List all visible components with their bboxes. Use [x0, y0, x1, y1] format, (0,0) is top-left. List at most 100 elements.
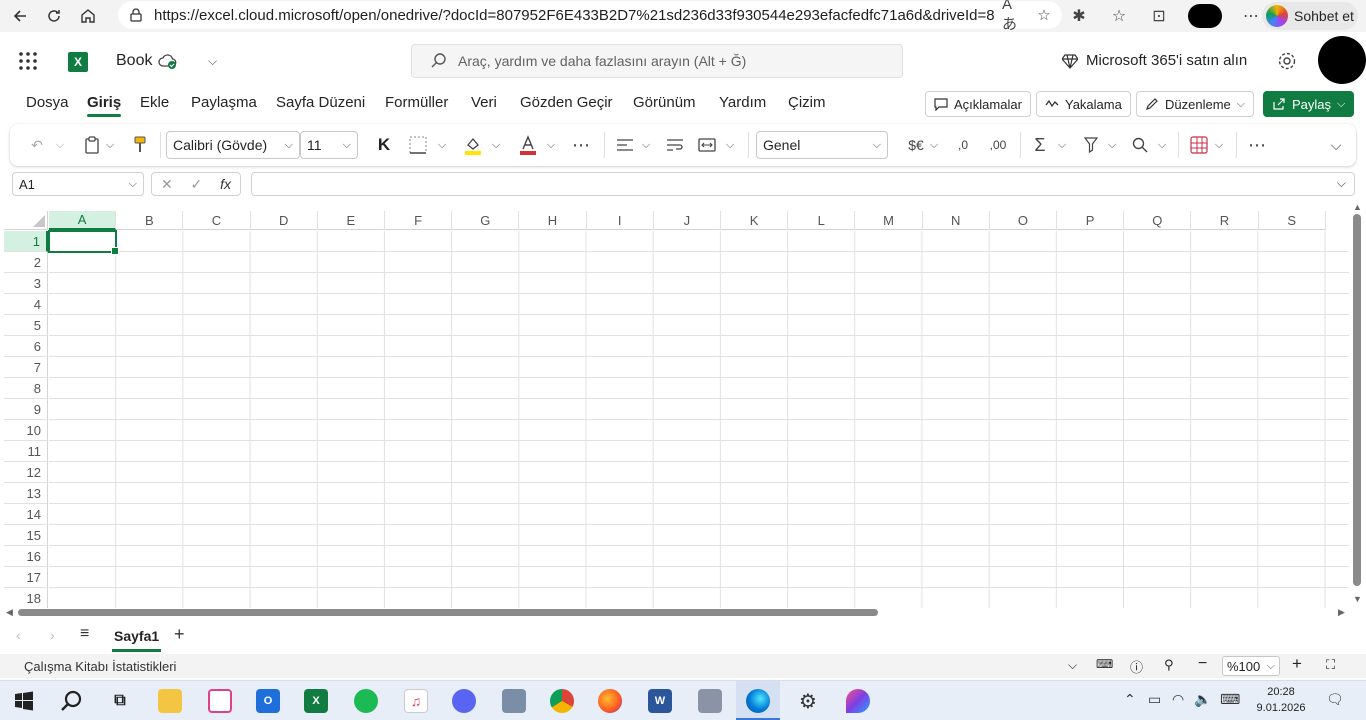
- notifications-icon[interactable]: 🗨: [1326, 691, 1344, 708]
- row-header-5[interactable]: 5: [4, 315, 48, 336]
- all-sheets-menu-icon[interactable]: ≡: [80, 625, 89, 643]
- tab-gorunum[interactable]: Görünüm: [633, 94, 696, 111]
- chevron-down-icon[interactable]: ⌵: [1156, 133, 1168, 157]
- row-header-3[interactable]: 3: [4, 273, 48, 294]
- horizontal-scrollbar[interactable]: ◀ ▶: [4, 606, 1350, 618]
- itunes-icon[interactable]: ♫: [404, 689, 428, 713]
- scroll-down-icon[interactable]: ▼: [1353, 594, 1362, 604]
- paste-clipboard-icon[interactable]: [82, 133, 102, 157]
- tab-yardim[interactable]: Yardım: [719, 94, 766, 111]
- row-header-15[interactable]: 15: [4, 525, 48, 546]
- search-icon[interactable]: [60, 689, 84, 713]
- cancel-icon[interactable]: ✕: [161, 176, 173, 193]
- font-color-icon[interactable]: [518, 133, 538, 157]
- zoom-out-icon[interactable]: −: [1198, 655, 1207, 673]
- vertical-scroll-thumb[interactable]: [1353, 214, 1361, 586]
- column-header-k[interactable]: K: [721, 211, 789, 230]
- active-cell-a1[interactable]: [48, 230, 119, 255]
- column-header-a[interactable]: A: [49, 211, 117, 230]
- cloud-saved-icon[interactable]: [158, 52, 178, 70]
- word-icon[interactable]: W: [648, 689, 672, 713]
- column-header-j[interactable]: J: [653, 211, 721, 230]
- chevron-down-icon[interactable]: ⌵: [208, 54, 217, 69]
- chevron-down-icon[interactable]: ⌵: [436, 133, 448, 157]
- chevron-down-icon[interactable]: ⌵: [545, 133, 557, 157]
- url-text[interactable]: https://excel.cloud.microsoft/open/onedr…: [154, 7, 994, 24]
- favorite-star-icon[interactable]: ☆: [1034, 5, 1054, 25]
- increase-decimal-icon[interactable]: ,00: [986, 133, 1010, 157]
- bold-button[interactable]: K: [374, 133, 394, 157]
- name-box[interactable]: A1 ⌵: [12, 172, 144, 196]
- spotify-icon[interactable]: [354, 689, 378, 713]
- chevron-down-icon[interactable]: ⌵: [490, 133, 502, 157]
- chevron-down-icon[interactable]: ⌵: [1068, 658, 1077, 673]
- column-header-f[interactable]: F: [385, 211, 453, 230]
- merge-cells-icon[interactable]: [696, 133, 718, 157]
- format-painter-icon[interactable]: [130, 133, 150, 157]
- windows-start-icon[interactable]: [12, 689, 36, 713]
- wrap-text-icon[interactable]: [664, 133, 686, 157]
- column-header-b[interactable]: B: [116, 211, 184, 230]
- account-avatar[interactable]: [1318, 36, 1366, 84]
- wifi-icon[interactable]: ◠: [1172, 691, 1184, 708]
- more-icon[interactable]: ⋯: [1240, 5, 1262, 27]
- chevron-down-icon[interactable]: ⌵: [724, 133, 736, 157]
- edge-icon[interactable]: [746, 689, 770, 713]
- column-header-p[interactable]: P: [1057, 211, 1125, 230]
- more-font-options-icon[interactable]: ⋯: [570, 133, 592, 157]
- column-header-c[interactable]: C: [183, 211, 251, 230]
- currency-format-button[interactable]: $€: [904, 133, 928, 157]
- tab-dosya[interactable]: Dosya: [26, 94, 69, 111]
- share-button[interactable]: Paylaş ⌵: [1263, 91, 1355, 117]
- undo-icon[interactable]: ↶: [26, 133, 48, 157]
- column-header-g[interactable]: G: [452, 211, 520, 230]
- chevron-down-icon[interactable]: ⌵: [640, 133, 652, 157]
- column-header-n[interactable]: N: [922, 211, 990, 230]
- column-header-h[interactable]: H: [519, 211, 587, 230]
- tab-ekle[interactable]: Ekle: [140, 94, 169, 111]
- editing-mode-button[interactable]: Düzenleme ⌵: [1136, 91, 1255, 117]
- settings-gear-icon[interactable]: [1276, 50, 1298, 72]
- search-input[interactable]: Araç, yardım ve daha fazlasını arayın (A…: [411, 44, 903, 78]
- scroll-up-icon[interactable]: ▲: [1353, 202, 1362, 212]
- column-header-l[interactable]: L: [788, 211, 856, 230]
- column-header-o[interactable]: O: [989, 211, 1057, 230]
- row-header-18[interactable]: 18: [4, 588, 48, 608]
- chevron-down-icon[interactable]: ⌵: [1056, 133, 1068, 157]
- volume-icon[interactable]: 🔈: [1194, 691, 1211, 708]
- chevron-down-icon[interactable]: ⌵: [104, 133, 116, 157]
- file-explorer-icon[interactable]: [158, 689, 182, 713]
- chevron-down-icon[interactable]: ⌵: [54, 133, 66, 157]
- favorites-icon[interactable]: ☆: [1108, 5, 1130, 27]
- keyboard-icon[interactable]: ⌨: [1096, 657, 1113, 671]
- horizontal-scroll-thumb[interactable]: [18, 609, 878, 616]
- column-header-m[interactable]: M: [855, 211, 923, 230]
- vertical-scrollbar[interactable]: ▲ ▼: [1350, 200, 1364, 608]
- row-header-8[interactable]: 8: [4, 378, 48, 399]
- number-format-select[interactable]: Genel ⌵: [756, 131, 888, 159]
- collections-icon[interactable]: ⊡: [1148, 5, 1170, 27]
- excel-taskbar-icon[interactable]: X: [304, 689, 328, 713]
- tab-veri[interactable]: Veri: [471, 94, 497, 111]
- column-header-e[interactable]: E: [317, 211, 385, 230]
- outlook-icon[interactable]: O: [256, 689, 280, 713]
- sort-filter-icon[interactable]: [1082, 133, 1104, 157]
- row-header-13[interactable]: 13: [4, 483, 48, 504]
- tab-cizim[interactable]: Çizim: [788, 94, 826, 111]
- column-header-q[interactable]: Q: [1124, 211, 1192, 230]
- autosum-icon[interactable]: Σ: [1030, 133, 1050, 157]
- task-view-icon[interactable]: ⧉: [108, 689, 132, 713]
- zoom-select[interactable]: %100 ⌵: [1222, 656, 1280, 676]
- chevron-up-icon[interactable]: ⌃: [1124, 691, 1136, 708]
- row-header-11[interactable]: 11: [4, 441, 48, 462]
- column-header-s[interactable]: S: [1258, 211, 1326, 230]
- excel-logo-icon[interactable]: X: [68, 52, 88, 72]
- tab-paylasma[interactable]: Paylaşma: [191, 94, 257, 111]
- snipping-tool-icon[interactable]: [208, 689, 232, 713]
- scroll-right-icon[interactable]: ▶: [1338, 607, 1345, 618]
- column-header-d[interactable]: D: [250, 211, 318, 230]
- formula-input[interactable]: ⌵: [251, 172, 1355, 196]
- find-search-icon[interactable]: [1130, 133, 1150, 157]
- cell-area[interactable]: [49, 231, 1349, 608]
- row-header-10[interactable]: 10: [4, 420, 48, 441]
